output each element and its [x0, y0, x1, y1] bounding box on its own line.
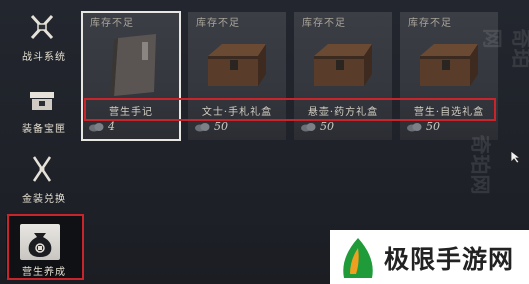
site-logo: 极限手游网 [330, 230, 529, 284]
sidebar-item-gold-exchange[interactable]: 金装兑换 [6, 150, 82, 212]
shop-item-card[interactable]: 库存不足 营生手记 4 [81, 11, 181, 141]
sidebar-item-battle[interactable]: 战斗系统 [6, 8, 82, 70]
sidebar-item-label: 装备宝匣 [22, 124, 66, 135]
chest-icon [30, 92, 54, 110]
stock-status: 库存不足 [302, 18, 346, 29]
money-bag-icon [20, 224, 60, 260]
watermark: 奇珀网 [468, 134, 493, 195]
crossed-swords-icon [30, 14, 54, 40]
logo-text: 极限手游网 [384, 245, 515, 274]
sidebar-item-livelihood[interactable]: 营生养成 [6, 216, 82, 278]
item-name: 悬壶·药方礼盒 [307, 107, 379, 118]
sidebar-item-label: 金装兑换 [22, 194, 66, 205]
logo-mark-icon [343, 238, 373, 278]
watermark: 奇珀网 [480, 28, 529, 69]
cloud-coin-icon [301, 123, 316, 132]
wooden-chest-icon [420, 44, 478, 86]
shop-item-card[interactable]: 库存不足 文士·手札礼盒 50 [188, 12, 286, 140]
shop-item-card[interactable]: 库存不足 悬壶·药方礼盒 50 [294, 12, 392, 140]
item-name: 营生·自选礼盒 [413, 107, 485, 118]
sidebar-item-equipment-chest[interactable]: 装备宝匣 [6, 80, 82, 142]
book-icon [110, 34, 156, 96]
stock-status: 库存不足 [196, 18, 240, 29]
item-name: 营生手记 [109, 107, 153, 118]
stock-status: 库存不足 [90, 18, 134, 29]
mouse-cursor-icon [510, 150, 522, 164]
stock-status: 库存不足 [408, 18, 452, 29]
sidebar-item-label: 营生养成 [22, 267, 66, 278]
sidebar: 战斗系统 装备宝匣 金装兑换 营生养成 [0, 0, 86, 284]
cloud-coin-icon [407, 123, 422, 132]
cost-value: 50 [214, 120, 228, 133]
item-name: 文士·手札礼盒 [201, 107, 273, 118]
wooden-chest-icon [314, 44, 372, 86]
wooden-chest-icon [208, 44, 266, 86]
cost-value: 4 [108, 120, 115, 133]
sidebar-item-label: 战斗系统 [22, 52, 66, 63]
cloud-coin-icon [89, 123, 104, 132]
cloud-coin-icon [195, 123, 210, 132]
crossed-blades-icon [32, 156, 52, 182]
cost-value: 50 [426, 120, 440, 133]
cost-value: 50 [320, 120, 334, 133]
